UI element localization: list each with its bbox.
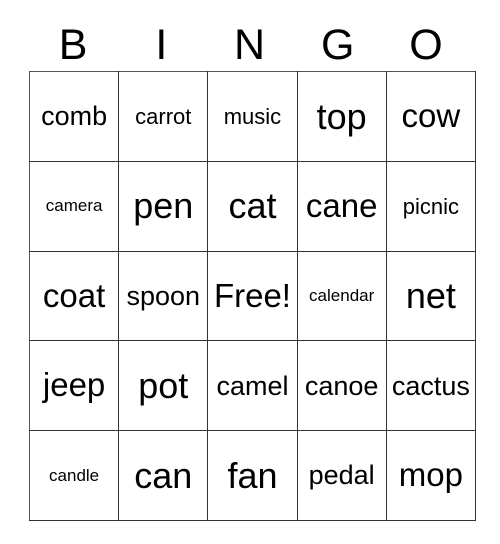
bingo-cell[interactable]: comb [29, 71, 120, 162]
header-letter-i: I [155, 21, 168, 69]
bingo-cell-label: cow [401, 97, 461, 135]
bingo-cell[interactable]: mop [386, 430, 476, 521]
bingo-cell-label: pot [138, 364, 189, 406]
bingo-cell-label: pen [133, 185, 194, 227]
bingo-card: B I N G O comb carrot music top cow camera pen… [0, 0, 500, 544]
bingo-row: comb carrot music top cow [29, 71, 476, 162]
bingo-cell[interactable]: calendar [297, 251, 387, 342]
header-letter-g: G [320, 21, 355, 69]
bingo-cell[interactable]: cactus [386, 340, 476, 432]
bingo-cell-label: mop [398, 456, 463, 494]
bingo-row: camera pen cat cane picnic [29, 161, 476, 252]
bingo-cell-label: pedal [308, 460, 375, 491]
bingo-grid: comb carrot music top cow camera pen cat cane pic… [29, 71, 476, 521]
bingo-cell[interactable]: cat [207, 161, 298, 252]
bingo-cell-label: picnic [402, 193, 459, 219]
bingo-cell[interactable]: canoe [297, 340, 387, 432]
bingo-cell[interactable]: camera [29, 161, 120, 252]
bingo-cell-label: music [223, 103, 282, 129]
bingo-header-row: B I N G O [29, 20, 470, 71]
bingo-cell-label: spoon [126, 280, 201, 311]
bingo-cell[interactable]: candle [29, 430, 120, 521]
bingo-cell[interactable]: fan [207, 430, 298, 521]
bingo-cell-label: camera [45, 196, 103, 216]
bingo-cell[interactable]: pot [118, 340, 209, 432]
bingo-cell[interactable]: coat [29, 251, 120, 342]
bingo-cell[interactable]: camel [207, 340, 298, 432]
bingo-cell[interactable]: cow [386, 71, 476, 162]
bingo-cell-label: can [134, 454, 193, 496]
bingo-cell-label: cactus [391, 370, 470, 401]
bingo-cell-label: canoe [304, 370, 379, 401]
bingo-cell-label: jeep [42, 366, 106, 404]
bingo-cell-label: coat [42, 276, 106, 314]
bingo-cell-label: fan [227, 454, 278, 496]
bingo-row: candle can fan pedal mop [29, 430, 476, 521]
bingo-cell-label: camel [216, 370, 289, 401]
bingo-cell-label: top [316, 95, 367, 137]
bingo-cell[interactable]: cane [297, 161, 387, 252]
bingo-cell[interactable]: net [386, 251, 476, 342]
header-letter-o: O [409, 21, 443, 69]
bingo-cell-label: net [405, 275, 456, 317]
bingo-cell[interactable]: pen [118, 161, 209, 252]
bingo-cell[interactable]: pedal [297, 430, 387, 521]
bingo-cell-label: calendar [309, 286, 375, 306]
bingo-cell[interactable]: carrot [118, 71, 209, 162]
bingo-row: jeep pot camel canoe cactus [29, 340, 476, 432]
header-letter-n: N [233, 21, 266, 69]
bingo-cell[interactable]: can [118, 430, 209, 521]
bingo-cell[interactable]: spoon [118, 251, 209, 342]
bingo-cell[interactable]: jeep [29, 340, 120, 432]
header-letter-b: B [58, 21, 88, 69]
bingo-cell-label: cane [305, 186, 378, 224]
bingo-cell-label: candle [49, 465, 100, 485]
bingo-cell[interactable]: music [207, 71, 298, 162]
bingo-cell-label: carrot [135, 103, 192, 129]
bingo-cell-label: cat [228, 185, 277, 227]
bingo-cell[interactable]: top [297, 71, 387, 162]
bingo-cell-label: comb [41, 101, 108, 132]
bingo-row: coat spoon Free! calendar net [29, 251, 476, 342]
free-space-label: Free! [213, 276, 291, 314]
bingo-free-space[interactable]: Free! [207, 251, 298, 342]
bingo-cell[interactable]: picnic [386, 161, 476, 252]
